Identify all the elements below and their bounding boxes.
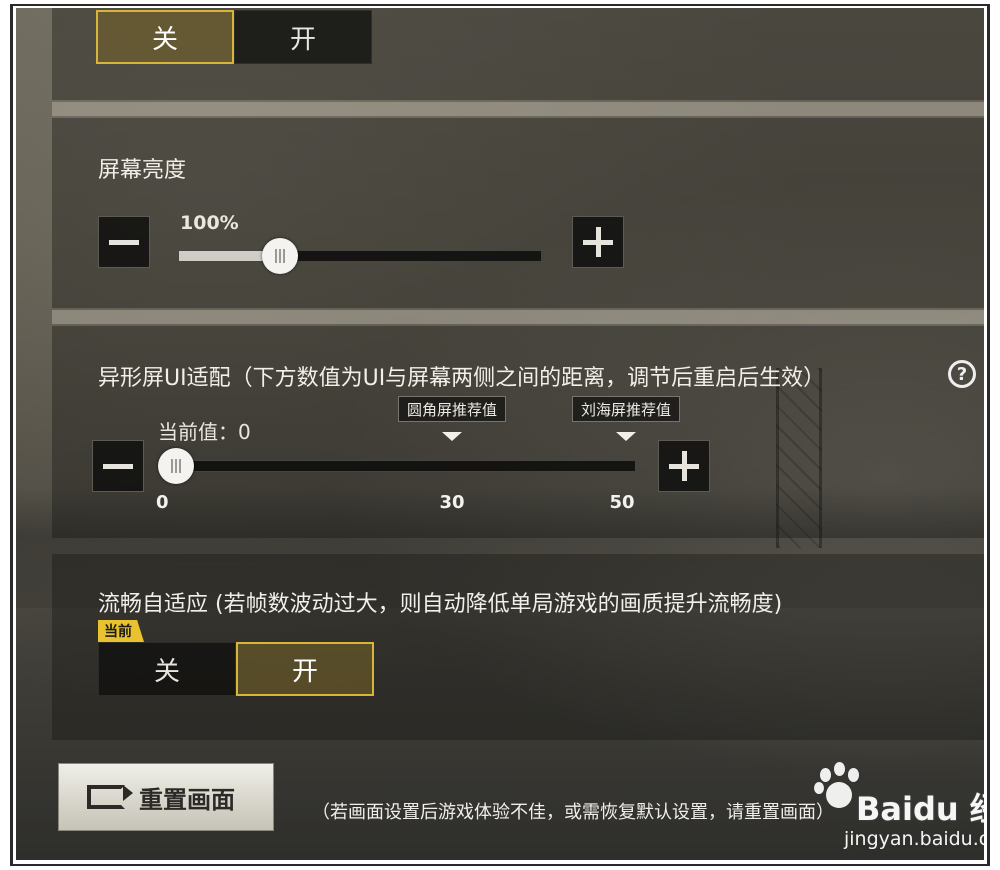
grip-icon bbox=[274, 249, 285, 263]
watermark-url: jingyan.baidu.com bbox=[844, 828, 984, 850]
top-toggle: 关 开 bbox=[96, 10, 372, 64]
notch-decrease-button[interactable] bbox=[92, 440, 144, 492]
tick-label: 50 bbox=[609, 492, 635, 513]
minus-icon bbox=[109, 239, 139, 245]
marker-tag-notch: 刘海屏推荐值 bbox=[572, 396, 681, 422]
notch-title: 异形屏UI适配（下方数值为UI与屏幕两侧之间的距离，调节后重启后生效） bbox=[98, 366, 826, 391]
question-circle-icon[interactable]: ? bbox=[948, 360, 976, 388]
reset-note: （若画面设置后游戏体验不佳，或需恢复默认设置，请重置画面） bbox=[312, 802, 834, 823]
baidu-watermark: Baidu 经验 jingyan.baidu.com bbox=[804, 760, 984, 860]
notch-current-value: 当前值：0 bbox=[158, 420, 251, 444]
adaptive-toggle-on[interactable]: 开 bbox=[236, 642, 374, 696]
watermark-brand: Baidu 经验 bbox=[856, 790, 984, 828]
brightness-title: 屏幕亮度 bbox=[98, 158, 187, 183]
marker-arrow-rounded bbox=[442, 432, 462, 441]
adaptive-title: 流畅自适应 (若帧数波动过大，则自动降低单局游戏的画质提升流畅度) bbox=[98, 592, 783, 617]
reset-icon bbox=[87, 785, 133, 809]
reset-graphics-button[interactable]: 重置画面 bbox=[58, 763, 274, 831]
adaptive-toggle-off[interactable]: 关 bbox=[98, 642, 236, 696]
notch-increase-button[interactable] bbox=[658, 440, 710, 492]
marker-tag-rounded: 圆角屏推荐值 bbox=[398, 396, 507, 422]
game-settings-screen: 关 开 屏幕亮度 100% 异形屏UI适配（下方数值为UI与屏幕两侧之间的距离，… bbox=[16, 8, 984, 860]
adaptive-toggle: 关 开 bbox=[98, 642, 374, 696]
separator-1 bbox=[52, 102, 984, 116]
tick-label: 30 bbox=[439, 492, 465, 513]
tick-label: 0 bbox=[156, 492, 169, 513]
notch-slider-handle[interactable] bbox=[158, 448, 194, 484]
brightness-value: 100% bbox=[180, 212, 239, 234]
brightness-increase-button[interactable] bbox=[572, 216, 624, 268]
reset-label: 重置画面 bbox=[139, 785, 235, 814]
minus-icon bbox=[103, 463, 133, 469]
grip-icon bbox=[171, 459, 181, 473]
marker-arrow-notch bbox=[616, 432, 636, 441]
brightness-decrease-button[interactable] bbox=[98, 216, 150, 268]
notch-slider-track[interactable] bbox=[176, 460, 636, 472]
brightness-slider-track[interactable] bbox=[178, 250, 542, 262]
top-toggle-off[interactable]: 关 bbox=[96, 10, 234, 64]
separator-2 bbox=[52, 310, 984, 324]
current-badge: 当前 bbox=[98, 620, 144, 642]
brightness-slider-handle[interactable] bbox=[261, 238, 298, 274]
top-toggle-on[interactable]: 开 bbox=[234, 10, 372, 64]
